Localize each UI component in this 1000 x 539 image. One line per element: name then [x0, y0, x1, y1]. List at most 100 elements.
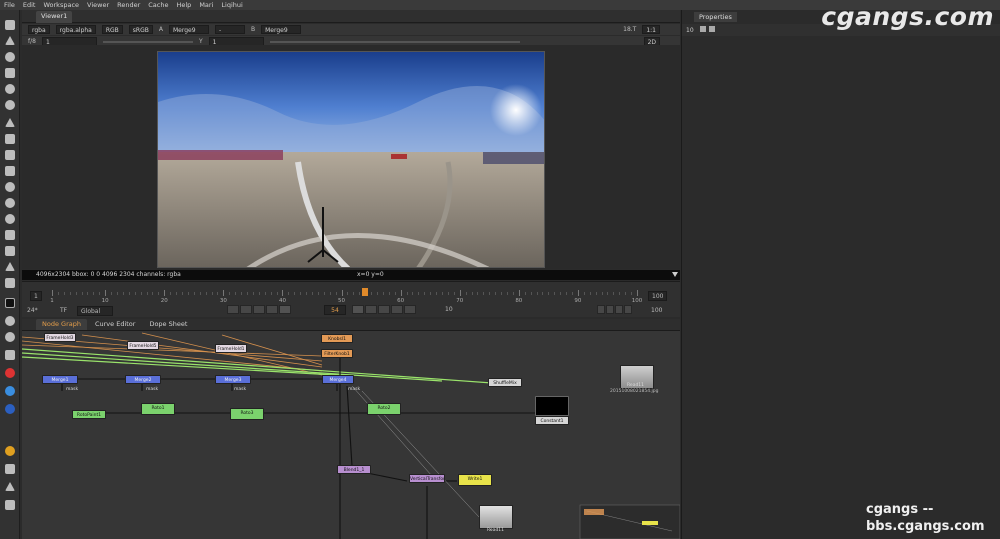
menu-cache[interactable]: Cache	[148, 1, 168, 9]
next-frame-button[interactable]	[365, 305, 377, 314]
node-vertical-transform[interactable]: VerticalTransform	[409, 474, 445, 483]
toolsets-tool-icon[interactable]	[5, 246, 15, 256]
ks-tool-icon[interactable]	[5, 404, 15, 414]
tab-node-graph[interactable]: Node Graph	[36, 319, 87, 330]
menu-workspace[interactable]: Workspace	[43, 1, 79, 9]
node-roto2[interactable]: Roto2	[367, 403, 401, 415]
node-merge-c[interactable]: Merge3	[215, 375, 251, 384]
colorspace-select[interactable]: sRGB	[128, 25, 153, 34]
tab-curve-editor[interactable]: Curve Editor	[89, 319, 141, 330]
timeline-ruler[interactable]: 1 10 20 30 40 50 60 70 80 90 100	[50, 288, 642, 304]
node-constant[interactable]: Constant1	[535, 416, 569, 425]
menu-edit[interactable]: Edit	[23, 1, 36, 9]
menu-viewer[interactable]: Viewer	[87, 1, 109, 9]
prev-frame-button[interactable]	[266, 305, 278, 314]
node-read-bottom-thumbnail[interactable]	[479, 505, 513, 529]
lock-icon[interactable]	[615, 305, 623, 314]
node-framehold1[interactable]: FrameHold1	[215, 344, 247, 353]
time-tool-icon[interactable]	[5, 52, 15, 62]
node-merge-a[interactable]: Merge1	[42, 375, 78, 384]
node-framehold3[interactable]: FrameHold3	[44, 333, 76, 342]
a-input-select[interactable]: Merge9	[168, 25, 209, 34]
fps-select[interactable]: 24*	[24, 306, 41, 316]
last-frame-button[interactable]	[391, 305, 403, 314]
gain-slider[interactable]	[102, 40, 193, 43]
b-input-select[interactable]: Merge9	[261, 25, 302, 34]
script-tool-icon[interactable]	[5, 464, 15, 474]
merge-tool-icon[interactable]	[5, 134, 15, 144]
node-merge-b[interactable]: Merge2	[125, 375, 161, 384]
node-roto3[interactable]: Roto3	[230, 408, 264, 420]
first-frame-button[interactable]	[240, 305, 252, 314]
node-shufflemix[interactable]: ShuffleMix	[488, 378, 522, 387]
menu-mari[interactable]: Mari	[199, 1, 213, 9]
views-tool-icon[interactable]	[5, 214, 15, 224]
menu-file[interactable]: File	[4, 1, 15, 9]
3d-tool-icon[interactable]	[5, 166, 15, 176]
redgiant-tool-icon[interactable]	[5, 368, 15, 378]
node-graph-canvas[interactable]: FrameHold3 FrameHold5 FrameHold1 Knobsl1…	[22, 331, 680, 539]
lock-panels-icon[interactable]	[699, 26, 706, 32]
viewer-viewport[interactable]	[22, 45, 680, 269]
play-forward-button[interactable]	[352, 305, 364, 314]
node-knob[interactable]: Knobsl1	[321, 334, 353, 343]
channels-select[interactable]: rgba	[28, 25, 50, 34]
menu-help[interactable]: Help	[176, 1, 191, 9]
playhead-marker[interactable]	[362, 288, 369, 296]
tf-select[interactable]: TF	[57, 306, 70, 316]
metadata-tool-icon[interactable]	[5, 230, 15, 240]
furnace-tool-icon[interactable]	[5, 278, 15, 288]
tab-properties[interactable]: Properties	[694, 12, 737, 22]
node-blend[interactable]: Blend1_1	[337, 465, 371, 474]
plugin2-tool-icon[interactable]	[5, 332, 15, 342]
proxy-toggle[interactable]	[624, 305, 632, 314]
max-panels-field[interactable]: 10	[686, 27, 694, 34]
node-constant-thumbnail[interactable]	[535, 396, 569, 416]
node-rotopaint[interactable]: RotoPaint1	[72, 410, 106, 419]
gizmo-tool-icon[interactable]	[5, 446, 15, 456]
plugin-tool-icon[interactable]	[5, 316, 15, 326]
prev-key-button[interactable]	[253, 305, 265, 314]
clear-panels-icon[interactable]	[709, 26, 716, 32]
zoom-select[interactable]: 1:1	[642, 25, 660, 34]
channel-tool-icon[interactable]	[5, 68, 15, 78]
start-frame-field[interactable]: 1	[30, 291, 42, 301]
node-framehold5[interactable]: FrameHold5	[127, 341, 159, 350]
node-roto1[interactable]: Roto1	[141, 403, 175, 415]
stop-button[interactable]	[404, 305, 416, 314]
vc-tool-icon[interactable]	[5, 350, 15, 360]
color-tool-icon[interactable]	[5, 84, 15, 94]
step-increment-field[interactable]: 10	[442, 305, 456, 315]
transform-tool-icon[interactable]	[5, 150, 15, 160]
loop-button[interactable]	[227, 305, 239, 314]
node-write[interactable]: Write1	[458, 474, 492, 486]
node-filterknob[interactable]: FilterKnob1	[321, 349, 353, 358]
deep-tool-icon[interactable]	[5, 198, 15, 208]
pin-tool-icon[interactable]	[5, 482, 15, 491]
menu-liqihui[interactable]: Liqihui	[221, 1, 242, 9]
particles-tool-icon[interactable]	[5, 182, 15, 192]
tab-viewer1[interactable]: Viewer1	[36, 11, 73, 23]
menu-render[interactable]: Render	[117, 1, 140, 9]
view-toggle-1[interactable]	[597, 305, 605, 314]
alpha-select[interactable]: rgba.alpha	[55, 25, 96, 34]
keyer-tool-icon[interactable]	[5, 118, 15, 127]
view-toggle-2[interactable]	[606, 305, 614, 314]
colorwheel-tool-icon[interactable]	[5, 386, 15, 396]
range-scope-select[interactable]: Global	[77, 306, 113, 316]
space-select[interactable]: RGB	[101, 25, 123, 34]
filter-tool-icon[interactable]	[5, 100, 15, 110]
select-tool-icon[interactable]	[5, 20, 15, 30]
end-frame-field[interactable]: 100	[648, 291, 668, 301]
node-merge-d[interactable]: Merge4	[322, 375, 354, 384]
next-key-button[interactable]	[378, 305, 390, 314]
ofx-tool-icon[interactable]	[5, 298, 15, 308]
gamma-slider[interactable]	[269, 40, 520, 43]
ab-mode-select[interactable]: -	[214, 25, 245, 34]
play-backward-button[interactable]	[279, 305, 291, 314]
paint-tool-icon[interactable]	[5, 36, 15, 45]
tab-dope-sheet[interactable]: Dope Sheet	[143, 319, 193, 330]
status-menu-icon[interactable]	[672, 272, 678, 277]
current-frame-field[interactable]: 54	[324, 305, 346, 315]
other-tool-icon[interactable]	[5, 262, 15, 271]
